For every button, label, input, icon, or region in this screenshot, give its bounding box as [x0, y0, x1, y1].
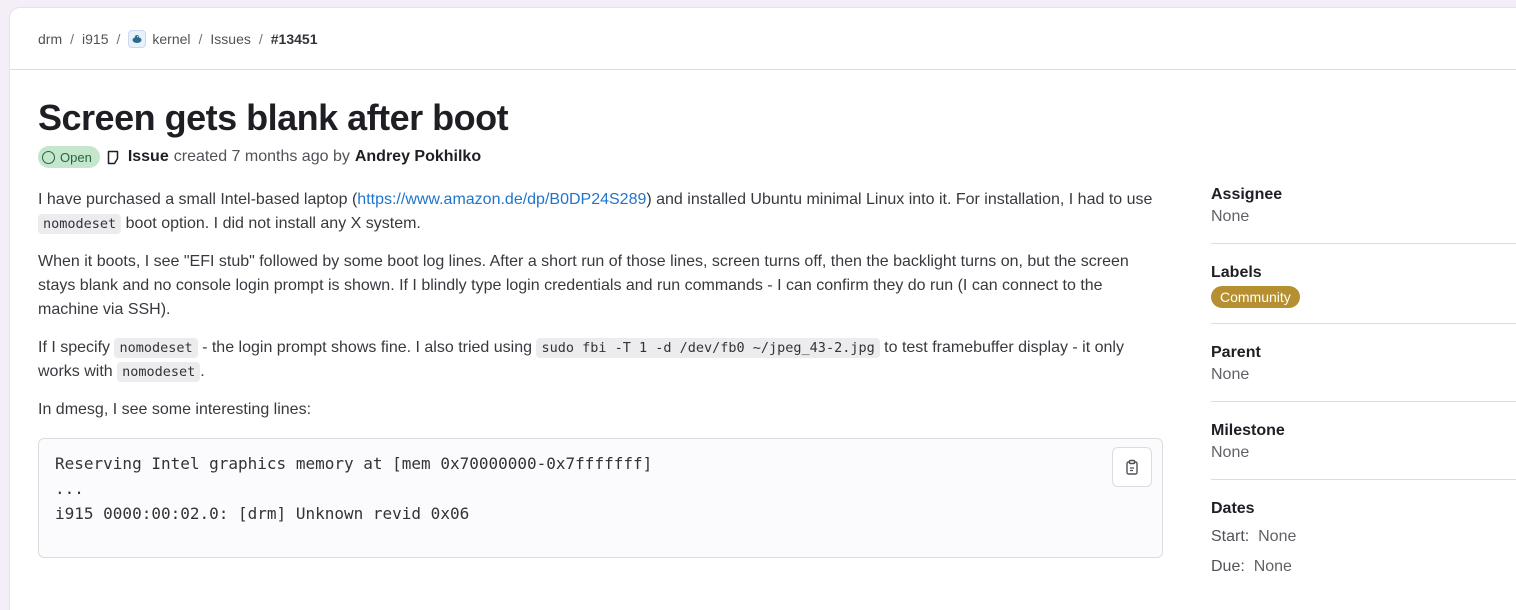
breadcrumb-issue-number[interactable]: #13451: [271, 31, 318, 47]
issue-meta: Open Issue created 7 months ago by Andre…: [38, 146, 1163, 168]
sidebar-milestone-title: Milestone: [1211, 422, 1285, 439]
breadcrumb-separator: /: [70, 30, 75, 47]
inline-code: nomodeset: [117, 362, 201, 382]
sidebar-assignee-value: None: [1211, 208, 1250, 225]
sidebar-assignee[interactable]: Assignee None: [1211, 178, 1516, 244]
issue-description: I have purchased a small Intel-based lap…: [38, 188, 1163, 558]
sidebar-due-date: Due: None: [1211, 558, 1292, 575]
copy-code-button[interactable]: [1112, 447, 1152, 487]
description-paragraph: If I specify nomodeset - the login promp…: [38, 338, 1124, 382]
project-avatar-icon: [128, 29, 147, 48]
issue-sidebar: Assignee None Labels Community Parent No…: [1211, 178, 1516, 608]
sidebar-labels-title: Labels: [1211, 264, 1262, 281]
issue-main: Screen gets blank after boot Open Issue …: [38, 70, 1163, 558]
code-line: i915 0000:00:02.0: [drm] Unknown revid 0…: [55, 504, 470, 523]
inline-code: sudo fbi -T 1 -d /dev/fb0 ~/jpeg_43-2.jp…: [536, 338, 880, 358]
description-paragraph: In dmesg, I see some interesting lines:: [38, 401, 312, 418]
sidebar-assignee-title: Assignee: [1211, 186, 1283, 203]
issue-type[interactable]: Issue: [106, 148, 169, 166]
sidebar-labels[interactable]: Labels Community: [1211, 256, 1516, 324]
sidebar-parent-value: None: [1211, 366, 1250, 383]
sidebar-dates[interactable]: Dates Start: None Due: None: [1211, 492, 1516, 596]
description-paragraph: I have purchased a small Intel-based lap…: [38, 191, 1153, 234]
sidebar-dates-title: Dates: [1211, 500, 1255, 517]
sidebar-parent[interactable]: Parent None: [1211, 336, 1516, 402]
sidebar-milestone[interactable]: Milestone None: [1211, 414, 1516, 480]
breadcrumb-drm[interactable]: drm: [38, 31, 62, 47]
sidebar-milestone-value: None: [1211, 444, 1250, 461]
status-label: Open: [60, 149, 92, 165]
inline-code: nomodeset: [114, 338, 198, 358]
issue-title: Screen gets blank after boot: [38, 97, 509, 138]
code-line: ...: [55, 479, 84, 498]
description-paragraph: When it boots, I see "EFI stub" followed…: [38, 253, 1129, 318]
breadcrumb-separator: /: [258, 30, 263, 47]
status-open-icon: [42, 150, 55, 164]
sidebar-parent-title: Parent: [1211, 344, 1261, 361]
breadcrumb-issues[interactable]: Issues: [210, 31, 250, 47]
copy-icon: [1126, 459, 1138, 475]
label-community[interactable]: Community: [1211, 286, 1300, 308]
inline-code: nomodeset: [38, 214, 122, 234]
issue-type-icon: [107, 150, 119, 164]
sidebar-start-date: Start: None: [1211, 528, 1297, 545]
breadcrumb-i915[interactable]: i915: [82, 31, 108, 47]
breadcrumb-kernel-label: kernel: [152, 30, 191, 47]
breadcrumb-separator: /: [116, 30, 121, 47]
product-link[interactable]: https://www.amazon.de/dp/B0DP24S289: [357, 191, 646, 208]
issue-page: drm / i915 / kernel / Issues / #13451 Sc…: [10, 8, 1516, 610]
issue-author[interactable]: Andrey Pokhilko: [355, 148, 481, 166]
breadcrumb-separator: /: [198, 30, 203, 47]
code-block: Reserving Intel graphics memory at [mem …: [38, 438, 1163, 558]
code-line: Reserving Intel graphics memory at [mem …: [55, 454, 653, 473]
breadcrumb: drm / i915 / kernel / Issues / #13451: [10, 8, 1516, 70]
status-badge: Open: [38, 146, 100, 168]
breadcrumb-kernel[interactable]: kernel: [128, 29, 191, 48]
issue-created-text: created 7 months ago by: [173, 148, 350, 165]
issue-type-label: Issue: [127, 148, 169, 165]
